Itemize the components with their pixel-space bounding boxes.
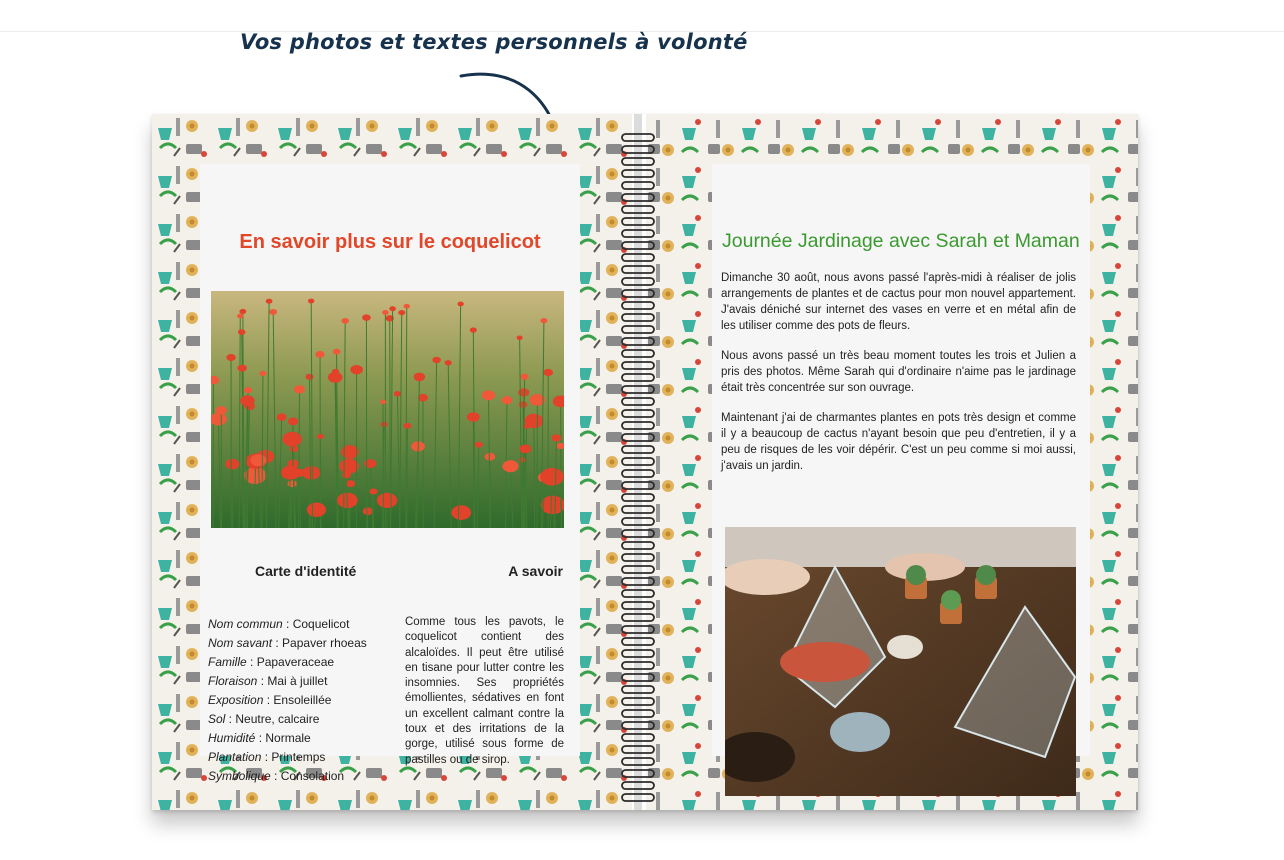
fact-item: Plantation : Printemps xyxy=(208,750,326,764)
marketing-caption: Vos photos et textes personnels à volont… xyxy=(240,30,748,54)
fact-item: Exposition : Ensoleillée xyxy=(208,693,332,707)
spiral-binding xyxy=(621,114,655,810)
know-more-heading: A savoir xyxy=(508,563,563,579)
fact-item: Famille : Papaveraceae xyxy=(208,655,335,669)
open-notebook: En savoir plus sur le coquelicot Carte d… xyxy=(152,114,1138,810)
poppy-field-photo xyxy=(211,291,564,528)
identity-facts-list: Nom commun : Coquelicot Nom savant : Pap… xyxy=(208,615,398,786)
identity-card-heading: Carte d'identité xyxy=(255,563,357,579)
know-more-text: Comme tous les pavots, le coquelicot con… xyxy=(405,616,564,766)
terrarium-workshop-photo xyxy=(725,527,1076,796)
fact-item: Symbolique : Consolation xyxy=(208,769,345,783)
journal-text: Dimanche 30 août, nous avons passé l'apr… xyxy=(721,270,1076,488)
fact-item: Nom commun : Coquelicot xyxy=(208,617,350,631)
right-page: Journée Jardinage avec Sarah et Maman Di… xyxy=(712,164,1090,796)
journal-paragraph: Nous avons passé un très beau moment tou… xyxy=(721,350,1076,394)
fact-item: Sol : Neutre, calcaire xyxy=(208,712,320,726)
fact-item: Humidité : Normale xyxy=(208,731,311,745)
fact-item: Nom savant : Papaver rhoeas xyxy=(208,636,367,650)
fact-item: Floraison : Mai à juillet xyxy=(208,674,328,688)
journal-paragraph: Maintenant j'ai de charmantes plantes en… xyxy=(721,412,1076,472)
right-page-title: Journée Jardinage avec Sarah et Maman xyxy=(722,230,1080,252)
journal-paragraph: Dimanche 30 août, nous avons passé l'apr… xyxy=(721,272,1076,332)
left-page-title: En savoir plus sur le coquelicot xyxy=(239,231,541,253)
left-page: En savoir plus sur le coquelicot Carte d… xyxy=(200,164,580,783)
